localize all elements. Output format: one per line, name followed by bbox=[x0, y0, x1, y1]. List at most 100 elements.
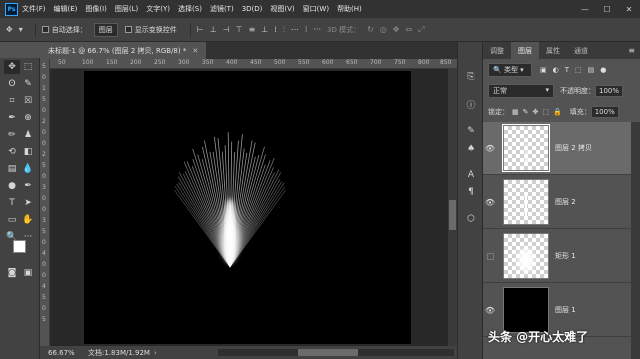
info-panel-icon[interactable]: ⓘ bbox=[463, 97, 479, 111]
menu-3d[interactable]: 3D(D) bbox=[242, 5, 263, 13]
lock-image-icon[interactable]: ✎ bbox=[523, 108, 529, 116]
auto-select-checkbox[interactable] bbox=[41, 26, 49, 33]
chevron-right-icon[interactable]: › bbox=[154, 349, 157, 357]
crop-tool-icon[interactable]: ⌗ bbox=[4, 94, 20, 108]
paragraph-panel-icon[interactable]: ¶ bbox=[463, 185, 479, 199]
show-transform-option[interactable]: 显示变换控件 bbox=[124, 25, 177, 35]
eraser-tool-icon[interactable]: ◧ bbox=[20, 145, 36, 159]
document-canvas[interactable] bbox=[84, 71, 411, 344]
blur-tool-icon[interactable]: 💧 bbox=[20, 162, 36, 176]
move-tool-icon[interactable]: ✥ bbox=[6, 25, 13, 34]
menu-type[interactable]: 文字(Y) bbox=[146, 4, 170, 14]
fill-input[interactable]: 100% bbox=[590, 106, 619, 118]
vertical-scroll-thumb[interactable] bbox=[449, 200, 456, 230]
auto-select-option[interactable]: 自动选择： bbox=[41, 25, 87, 35]
history-panel-icon[interactable]: ⎘ bbox=[463, 70, 479, 84]
tab-layers[interactable]: 图层 bbox=[511, 42, 539, 59]
layer-name[interactable]: 矩形 1 bbox=[555, 251, 576, 261]
layers-scrollbar[interactable] bbox=[631, 122, 640, 359]
visibility-eye-icon[interactable]: 👁 bbox=[483, 306, 497, 315]
character-panel-icon[interactable]: A bbox=[463, 168, 479, 182]
move-tool-icon[interactable]: ✥ bbox=[4, 60, 20, 74]
tab-channels[interactable]: 通道 bbox=[567, 42, 595, 59]
history-brush-icon[interactable]: ⟲ bbox=[4, 145, 20, 159]
visibility-eye-icon[interactable]: 👁 bbox=[483, 198, 497, 207]
auto-select-dropdown[interactable]: 图层 bbox=[93, 22, 118, 37]
3d-drag-icon[interactable]: ✥ bbox=[393, 25, 400, 34]
brush-settings-icon[interactable]: ✎ bbox=[463, 124, 479, 138]
align-top-icon[interactable]: ⊤ bbox=[236, 25, 243, 34]
gradient-tool-icon[interactable]: ▤ bbox=[4, 162, 20, 176]
align-right-icon[interactable]: ⊣ bbox=[223, 25, 230, 34]
menu-select[interactable]: 选择(S) bbox=[178, 4, 202, 14]
menu-layer[interactable]: 图层(L) bbox=[115, 4, 138, 14]
distribute-v-icon[interactable]: ⋯ bbox=[291, 25, 299, 34]
pixel-filter-icon[interactable]: ▣ bbox=[540, 66, 547, 74]
stamp-tool-icon[interactable]: ♟ bbox=[20, 128, 36, 142]
layer-name[interactable]: 图层 2 拷贝 bbox=[555, 143, 592, 153]
menu-image[interactable]: 图像(I) bbox=[85, 4, 107, 14]
layer-kind-filter[interactable]: 🔍 类型 ▾ bbox=[488, 63, 532, 77]
3d-rotate-icon[interactable]: ↻ bbox=[367, 25, 374, 34]
visibility-eye-icon[interactable]: 👁 bbox=[483, 144, 497, 153]
smart-object-filter-icon[interactable]: ▤ bbox=[588, 66, 595, 74]
chevron-down-icon[interactable]: ▾ bbox=[19, 25, 23, 34]
type-tool-icon[interactable]: T bbox=[4, 196, 20, 210]
layer-row-layer2[interactable]: 👁 图层 2 bbox=[483, 176, 631, 229]
shape-filter-icon[interactable]: ⬚ bbox=[575, 66, 582, 74]
more-options-icon[interactable]: ··· bbox=[313, 25, 321, 34]
visibility-toggle[interactable] bbox=[487, 252, 494, 260]
menu-help[interactable]: 帮助(H) bbox=[337, 4, 362, 14]
blend-mode-dropdown[interactable]: 正常 ▾ bbox=[488, 84, 554, 98]
lock-transparent-icon[interactable]: ▦ bbox=[512, 108, 519, 116]
menu-view[interactable]: 视图(V) bbox=[270, 4, 294, 14]
path-select-tool-icon[interactable]: ➤ bbox=[20, 196, 36, 210]
brushes-panel-icon[interactable]: ♠ bbox=[463, 142, 479, 156]
menu-filter[interactable]: 滤镜(T) bbox=[210, 4, 234, 14]
adjustment-filter-icon[interactable]: ◐ bbox=[553, 66, 559, 74]
horizontal-scrollbar[interactable] bbox=[218, 349, 454, 356]
3d-scale-icon[interactable]: ⤢ bbox=[418, 25, 424, 35]
horizontal-scroll-thumb[interactable] bbox=[298, 349, 358, 356]
align-center-icon[interactable]: ⊥ bbox=[210, 25, 217, 34]
align-left-icon[interactable]: ⊢ bbox=[197, 25, 204, 34]
tab-properties[interactable]: 属性 bbox=[539, 42, 567, 59]
layer-name[interactable]: 图层 1 bbox=[555, 305, 576, 315]
close-tab-icon[interactable]: ✕ bbox=[192, 47, 198, 55]
filter-toggle-icon[interactable]: ● bbox=[600, 66, 606, 74]
lasso-tool-icon[interactable]: ʘ bbox=[4, 77, 20, 91]
pen-tool-icon[interactable]: ✒ bbox=[20, 179, 36, 193]
hand-tool-icon[interactable]: ✋ bbox=[20, 213, 36, 227]
layer-row-layer2-copy[interactable]: 👁 图层 2 拷贝 bbox=[483, 122, 631, 175]
menu-file[interactable]: 文件(F) bbox=[22, 4, 46, 14]
maximize-button[interactable]: ☐ bbox=[596, 0, 618, 18]
quick-mask-icon[interactable]: ◙ bbox=[4, 266, 20, 280]
frame-tool-icon[interactable]: ☒ bbox=[20, 94, 36, 108]
layer-name[interactable]: 图层 2 bbox=[555, 197, 576, 207]
distribute-icon[interactable]: ⁞ bbox=[274, 25, 277, 34]
align-middle-icon[interactable]: ≡ bbox=[249, 25, 256, 34]
opacity-input[interactable]: 100% bbox=[595, 85, 624, 97]
zoom-level[interactable]: 66.67% bbox=[48, 349, 88, 357]
menu-edit[interactable]: 编辑(E) bbox=[54, 4, 78, 14]
distribute-space-icon[interactable]: ⁝ bbox=[305, 25, 308, 34]
3d-roll-icon[interactable]: ◎ bbox=[380, 25, 387, 34]
lock-position-icon[interactable]: ✥ bbox=[533, 108, 539, 116]
3d-panel-icon[interactable]: ⬡ bbox=[463, 212, 479, 226]
menu-window[interactable]: 窗口(W) bbox=[303, 4, 329, 14]
foreground-color-swatch[interactable] bbox=[13, 240, 26, 253]
lock-all-icon[interactable]: 🔒 bbox=[553, 108, 562, 116]
close-button[interactable]: ✕ bbox=[618, 0, 640, 18]
marquee-tool-icon[interactable]: ⬚ bbox=[20, 60, 36, 74]
brush-tool-icon[interactable]: ✏ bbox=[4, 128, 20, 142]
layer-row-rectangle1[interactable]: 矩形 1 bbox=[483, 230, 631, 283]
align-bottom-icon[interactable]: ⊥ bbox=[261, 25, 268, 34]
minimize-button[interactable]: — bbox=[574, 0, 596, 18]
healing-tool-icon[interactable]: ⊕ bbox=[20, 111, 36, 125]
document-info[interactable]: 文档:1.83M/1.92M bbox=[88, 348, 150, 358]
type-filter-icon[interactable]: T bbox=[565, 66, 569, 74]
3d-slide-icon[interactable]: ⇔ bbox=[405, 25, 412, 34]
show-transform-checkbox[interactable] bbox=[124, 26, 132, 33]
tab-adjustments[interactable]: 调整 bbox=[483, 42, 511, 59]
document-tab[interactable]: 未标题-1 @ 66.7% (图层 2 拷贝, RGB/8) * ✕ bbox=[40, 42, 207, 59]
